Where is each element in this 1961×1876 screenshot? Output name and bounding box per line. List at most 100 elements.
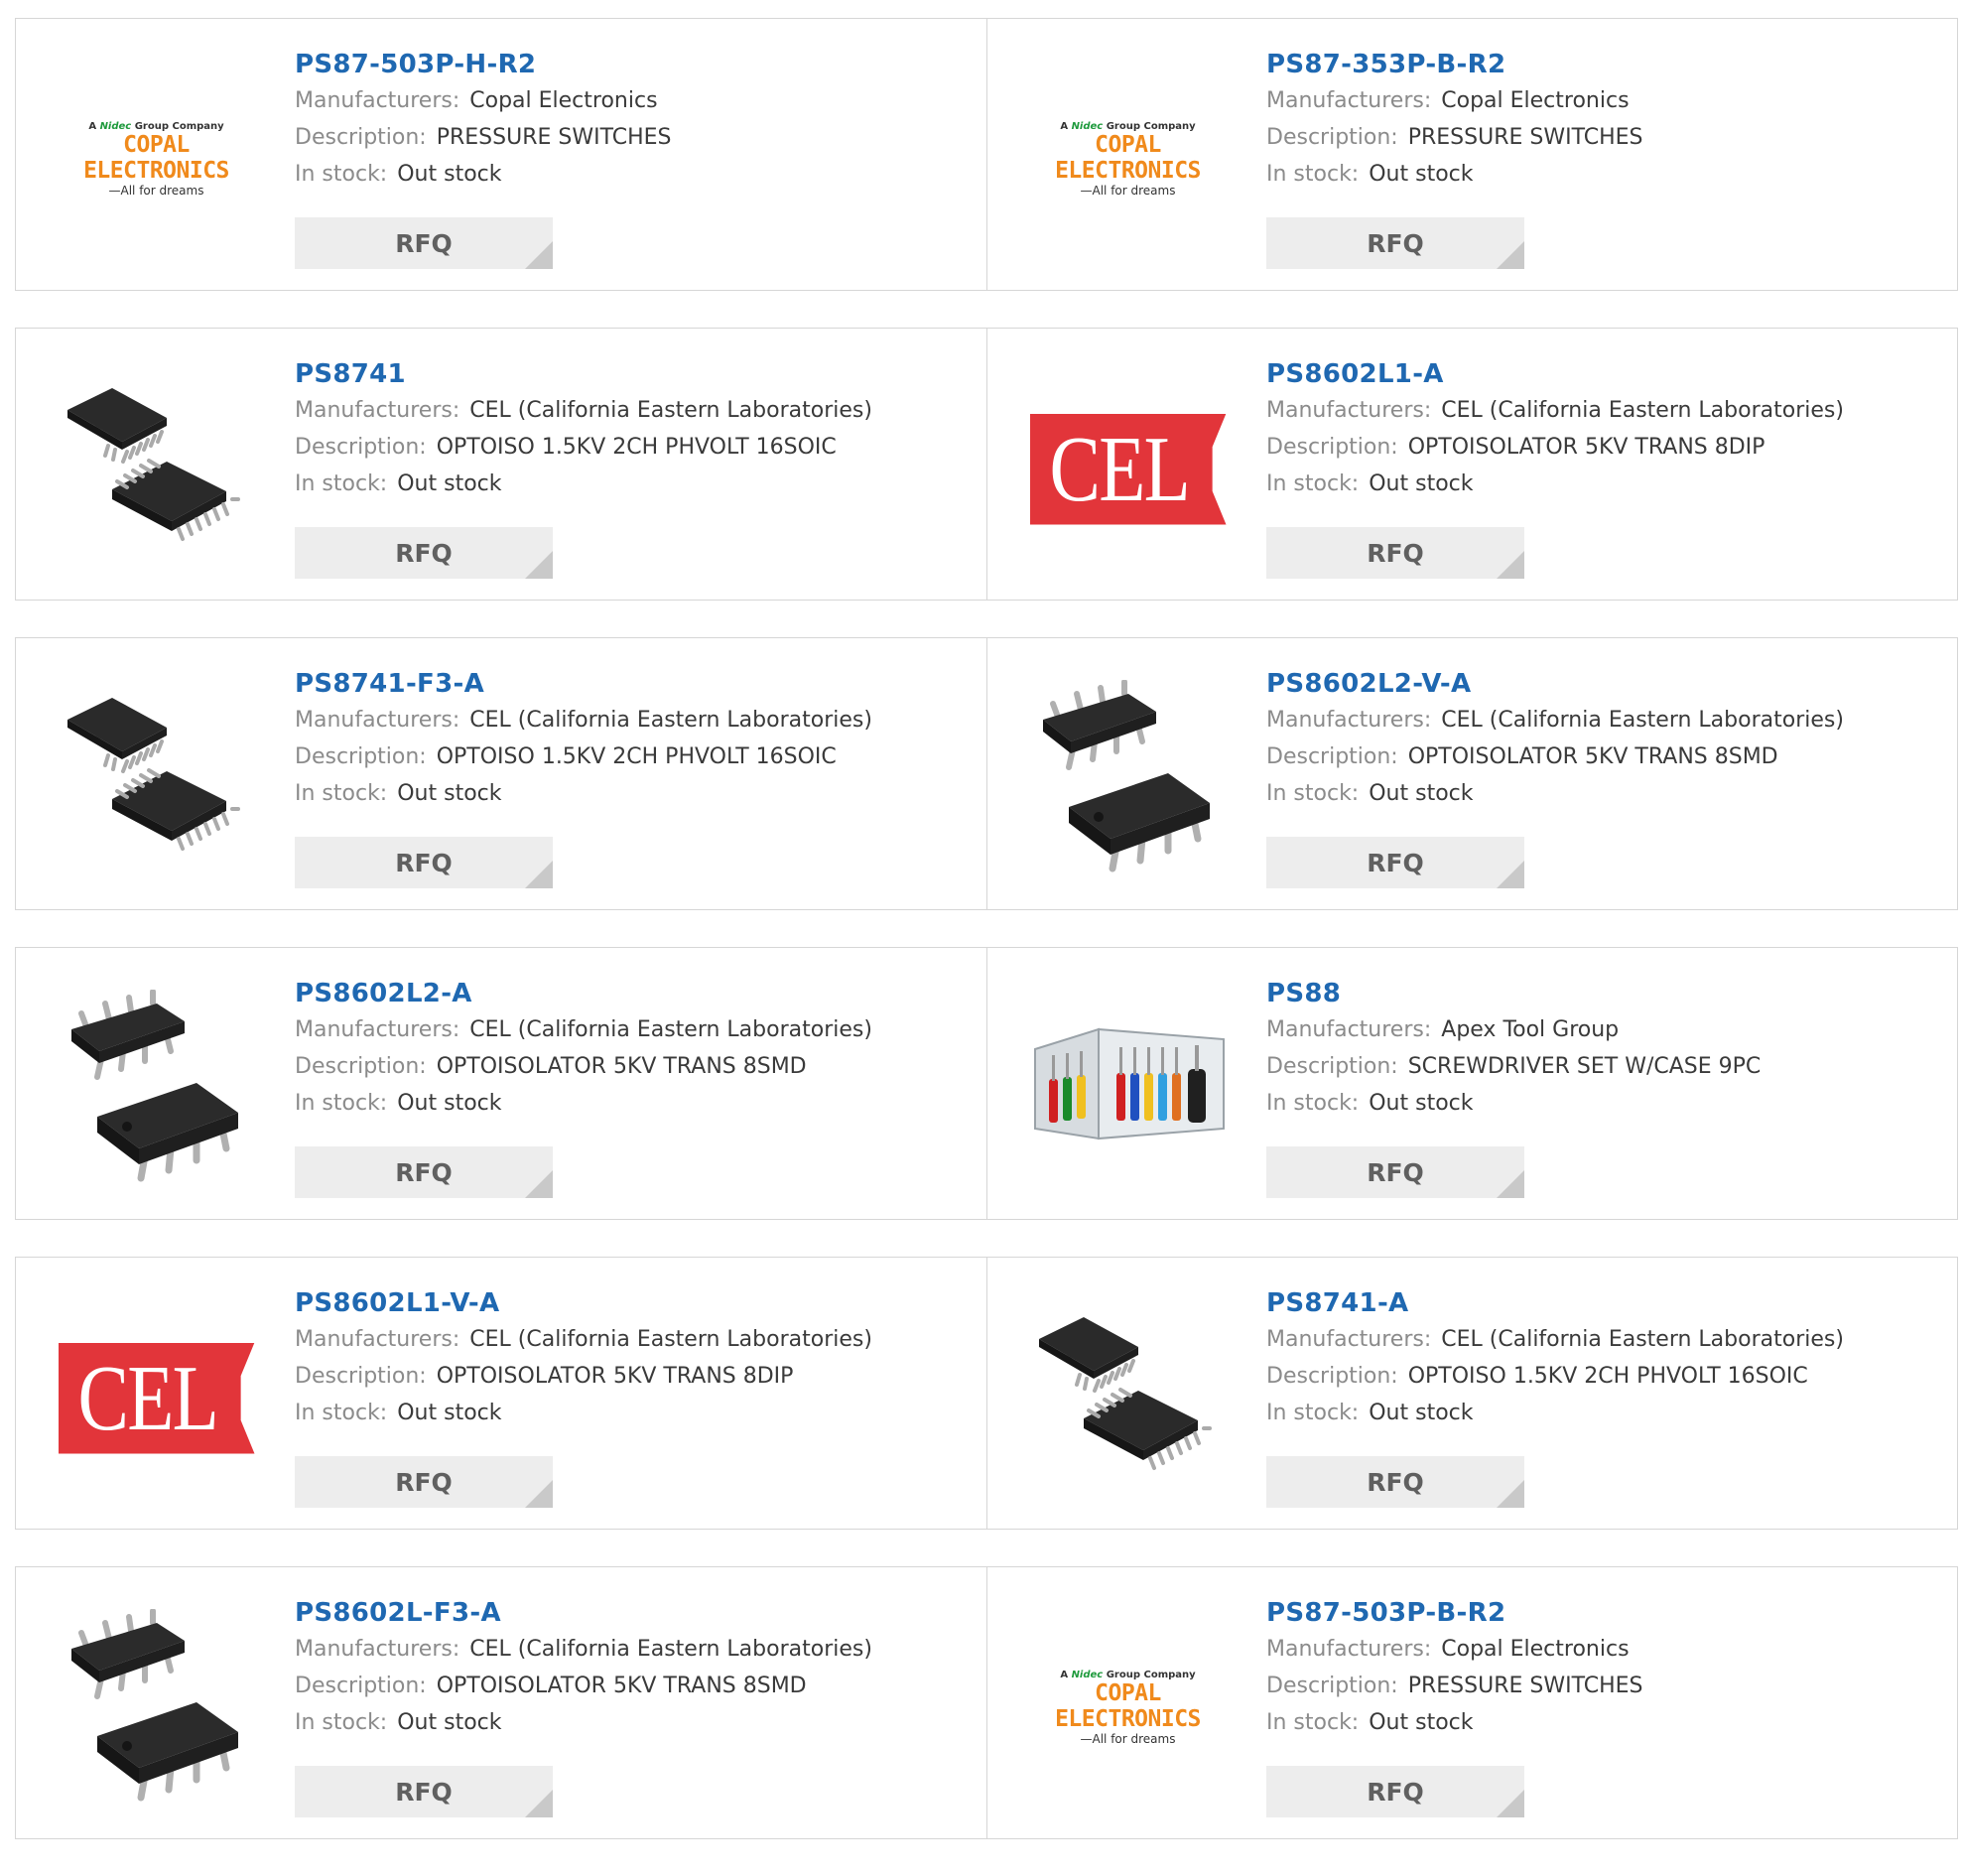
description-value: PRESSURE SWITCHES — [1407, 1674, 1643, 1698]
description-value: OPTOISO 1.5KV 2CH PHVOLT 16SOIC — [436, 435, 837, 460]
product-info: PS8602L2-A Manufacturers: CEL (California… — [295, 976, 977, 1122]
stock-label: In stock: — [295, 162, 388, 187]
product-image[interactable]: A Nidec Group Company COPAL ELECTRONICS … — [1027, 59, 1229, 260]
stock-label: In stock: — [1266, 1401, 1360, 1425]
rfq-button[interactable]: RFQ — [1266, 837, 1524, 888]
manufacturer-value: CEL (California Eastern Laboratories) — [469, 1637, 872, 1662]
part-number-link[interactable]: PS88 — [1266, 976, 1947, 1011]
product-info: PS8741 Manufacturers: CEL (California Eas… — [295, 356, 977, 502]
description-value: OPTOISO 1.5KV 2CH PHVOLT 16SOIC — [1407, 1364, 1808, 1389]
manufacturer-line: Manufacturers: Copal Electronics — [1266, 1631, 1947, 1668]
rfq-button[interactable]: RFQ — [1266, 527, 1524, 579]
manufacturer-label: Manufacturers: — [1266, 88, 1432, 113]
manufacturer-value: Apex Tool Group — [1441, 1017, 1620, 1042]
description-label: Description: — [295, 1054, 427, 1079]
rfq-button[interactable]: RFQ — [295, 217, 553, 269]
product-card: CEL PS8602L1-V-A Manufacturers: CEL (Cali… — [16, 1258, 986, 1529]
product-image[interactable] — [1027, 678, 1229, 879]
rfq-label: RFQ — [395, 1777, 453, 1807]
product-image[interactable] — [1027, 988, 1229, 1189]
manufacturer-value: CEL (California Eastern Laboratories) — [469, 398, 872, 423]
description-line: Description: PRESSURE SWITCHES — [295, 119, 977, 156]
product-image[interactable] — [56, 1607, 257, 1809]
rfq-button[interactable]: RFQ — [1266, 1456, 1524, 1508]
part-number-link[interactable]: PS8602L-F3-A — [295, 1595, 977, 1631]
manufacturer-label: Manufacturers: — [295, 1637, 460, 1662]
part-number-link[interactable]: PS87-503P-H-R2 — [295, 47, 977, 82]
description-line: Description: OPTOISO 1.5KV 2CH PHVOLT 16S… — [295, 429, 977, 466]
product-image[interactable]: CEL — [1027, 368, 1229, 570]
part-number-link[interactable]: PS8741 — [295, 356, 977, 392]
product-info: PS8741-F3-A Manufacturers: CEL (Californi… — [295, 666, 977, 812]
part-number-link[interactable]: PS8602L2-A — [295, 976, 977, 1011]
corner-triangle-icon — [525, 241, 553, 269]
product-image[interactable] — [56, 988, 257, 1189]
description-value: PRESSURE SWITCHES — [1407, 125, 1643, 150]
rfq-button[interactable]: RFQ — [1266, 1146, 1524, 1198]
description-label: Description: — [295, 435, 427, 460]
description-label: Description: — [1266, 435, 1398, 460]
product-image[interactable] — [56, 678, 257, 879]
description-label: Description: — [1266, 1054, 1398, 1079]
description-label: Description: — [1266, 744, 1398, 769]
rfq-button[interactable]: RFQ — [295, 527, 553, 579]
product-card: PS8741 Manufacturers: CEL (California Eas… — [16, 329, 986, 600]
copal-electronics-logo: A Nidec Group Company COPAL ELECTRONICS … — [1055, 121, 1201, 198]
manufacturer-line: Manufacturers: Apex Tool Group — [1266, 1011, 1947, 1048]
corner-triangle-icon — [525, 1790, 553, 1817]
part-number-link[interactable]: PS87-503P-B-R2 — [1266, 1595, 1947, 1631]
stock-label: In stock: — [1266, 1091, 1360, 1116]
rfq-button[interactable]: RFQ — [1266, 217, 1524, 269]
product-image[interactable] — [1027, 1297, 1229, 1499]
stock-label: In stock: — [295, 471, 388, 496]
stock-value: Out stock — [1369, 471, 1474, 496]
part-number-link[interactable]: PS8741-F3-A — [295, 666, 977, 702]
manufacturer-label: Manufacturers: — [295, 1017, 460, 1042]
part-number-link[interactable]: PS8602L2-V-A — [1266, 666, 1947, 702]
product-row: PS8741-F3-A Manufacturers: CEL (Californi… — [15, 637, 1958, 910]
corner-triangle-icon — [525, 551, 553, 579]
product-image[interactable]: A Nidec Group Company COPAL ELECTRONICS … — [1027, 1607, 1229, 1809]
product-row: CEL PS8602L1-V-A Manufacturers: CEL (Cali… — [15, 1257, 1958, 1530]
manufacturer-value: CEL (California Eastern Laboratories) — [1441, 398, 1844, 423]
cel-logo: CEL — [58, 1342, 255, 1454]
product-card: PS8741-F3-A Manufacturers: CEL (Californi… — [16, 638, 986, 909]
manufacturer-label: Manufacturers: — [1266, 1017, 1432, 1042]
description-line: Description: OPTOISOLATOR 5KV TRANS 8DIP — [1266, 429, 1947, 466]
part-number-link[interactable]: PS8741-A — [1266, 1285, 1947, 1321]
stock-line: In stock: Out stock — [1266, 156, 1947, 193]
manufacturer-line: Manufacturers: CEL (California Eastern La… — [1266, 1321, 1947, 1358]
product-image[interactable]: A Nidec Group Company COPAL ELECTRONICS … — [56, 59, 257, 260]
description-label: Description: — [295, 1364, 427, 1389]
description-value: OPTOISO 1.5KV 2CH PHVOLT 16SOIC — [436, 744, 837, 769]
product-info: PS87-503P-H-R2 Manufacturers: Copal Elect… — [295, 47, 977, 193]
stock-line: In stock: Out stock — [295, 775, 977, 812]
part-number-link[interactable]: PS8602L1-A — [1266, 356, 1947, 392]
description-line: Description: PRESSURE SWITCHES — [1266, 119, 1947, 156]
rfq-button[interactable]: RFQ — [1266, 1766, 1524, 1817]
corner-triangle-icon — [1497, 1170, 1524, 1198]
rfq-button[interactable]: RFQ — [295, 1146, 553, 1198]
stock-value: Out stock — [397, 1401, 502, 1425]
manufacturer-value: Copal Electronics — [469, 88, 658, 113]
rfq-button[interactable]: RFQ — [295, 837, 553, 888]
rfq-button[interactable]: RFQ — [295, 1456, 553, 1508]
description-value: OPTOISOLATOR 5KV TRANS 8SMD — [436, 1054, 807, 1079]
manufacturer-line: Manufacturers: CEL (California Eastern La… — [295, 1321, 977, 1358]
part-number-link[interactable]: PS8602L1-V-A — [295, 1285, 977, 1321]
manufacturer-line: Manufacturers: CEL (California Eastern La… — [1266, 702, 1947, 738]
rfq-button[interactable]: RFQ — [295, 1766, 553, 1817]
product-row: PS8602L-F3-A Manufacturers: CEL (Californ… — [15, 1566, 1958, 1839]
product-card: PS8602L2-A Manufacturers: CEL (California… — [16, 948, 986, 1219]
stock-value: Out stock — [1369, 162, 1474, 187]
corner-triangle-icon — [1497, 241, 1524, 269]
corner-triangle-icon — [525, 1170, 553, 1198]
part-number-link[interactable]: PS87-353P-B-R2 — [1266, 47, 1947, 82]
stock-line: In stock: Out stock — [295, 1395, 977, 1431]
product-image[interactable] — [56, 368, 257, 570]
description-value: OPTOISOLATOR 5KV TRANS 8SMD — [436, 1674, 807, 1698]
description-label: Description: — [295, 744, 427, 769]
description-line: Description: SCREWDRIVER SET W/CASE 9PC — [1266, 1048, 1947, 1085]
product-image[interactable]: CEL — [56, 1297, 257, 1499]
description-value: OPTOISOLATOR 5KV TRANS 8DIP — [1407, 435, 1765, 460]
